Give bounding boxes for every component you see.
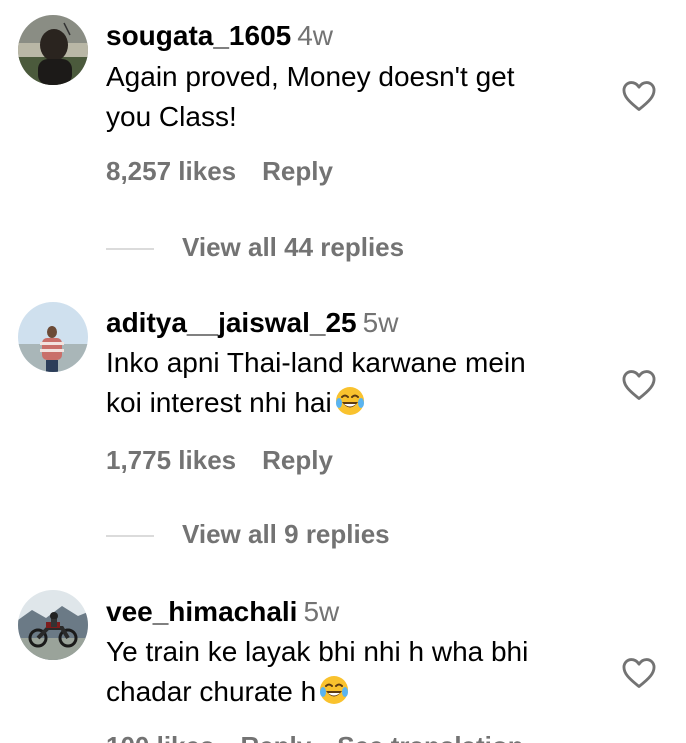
username[interactable]: aditya__jaiswal_25: [106, 307, 357, 338]
timestamp[interactable]: 4w: [297, 20, 333, 51]
comment-text-line: Inko apni Thai-land karwane mein: [106, 347, 526, 378]
avatar[interactable]: [18, 302, 88, 372]
reply-button[interactable]: Reply: [262, 156, 333, 186]
reply-button[interactable]: Reply: [240, 731, 311, 743]
view-replies-label: View all 9 replies: [182, 519, 390, 549]
comment-actions: 100 likes Reply See translation: [106, 730, 686, 743]
likes-count[interactable]: 1,775 likes: [106, 445, 236, 475]
comment-header: vee_himachali 5w: [106, 594, 339, 630]
username[interactable]: sougata_1605: [106, 20, 291, 51]
comment-text-line: Ye train ke layak bhi nhi h wha bhi: [106, 636, 529, 667]
face-with-tears-of-joy-emoji: [334, 385, 366, 417]
comment-header: sougata_1605 4w: [106, 18, 333, 54]
view-replies-label: View all 44 replies: [182, 232, 405, 262]
avatar[interactable]: [18, 15, 88, 85]
comment-actions: 1,775 likes Reply: [106, 444, 333, 476]
comment-text-span: chadar churate h: [106, 676, 317, 707]
likes-count[interactable]: 100 likes: [106, 731, 214, 743]
view-replies-button[interactable]: View all 9 replies: [106, 518, 390, 550]
heart-outline-icon[interactable]: [620, 77, 658, 115]
timestamp[interactable]: 5w: [303, 596, 339, 627]
heart-outline-icon[interactable]: [620, 366, 658, 404]
comment-text: Ye train ke layak bhi nhi h wha bhi chad…: [106, 632, 596, 712]
reply-button[interactable]: Reply: [262, 445, 333, 475]
comment-text: Again proved, Money doesn't get you Clas…: [106, 57, 596, 137]
divider-line: [106, 248, 154, 251]
comment-header: aditya__jaiswal_25 5w: [106, 305, 398, 341]
comment-actions: 8,257 likes Reply: [106, 155, 333, 187]
avatar[interactable]: [18, 590, 88, 660]
comment-text: Inko apni Thai-land karwane mein koi int…: [106, 343, 596, 423]
see-translation-button[interactable]: See translation: [337, 731, 523, 743]
comment-text-line: chadar churate h: [106, 672, 596, 712]
comment-text-line: Again proved, Money doesn't get: [106, 61, 515, 92]
heart-outline-icon[interactable]: [620, 654, 658, 692]
comment-text-span: koi interest nhi hai: [106, 387, 332, 418]
comment-text-line: you Class!: [106, 101, 237, 132]
likes-count[interactable]: 8,257 likes: [106, 156, 236, 186]
comment-text-line: koi interest nhi hai: [106, 383, 596, 423]
timestamp[interactable]: 5w: [363, 307, 399, 338]
username[interactable]: vee_himachali: [106, 596, 297, 627]
view-replies-button[interactable]: View all 44 replies: [106, 231, 404, 263]
face-with-tears-of-joy-emoji: [318, 674, 350, 706]
divider-line: [106, 535, 154, 538]
